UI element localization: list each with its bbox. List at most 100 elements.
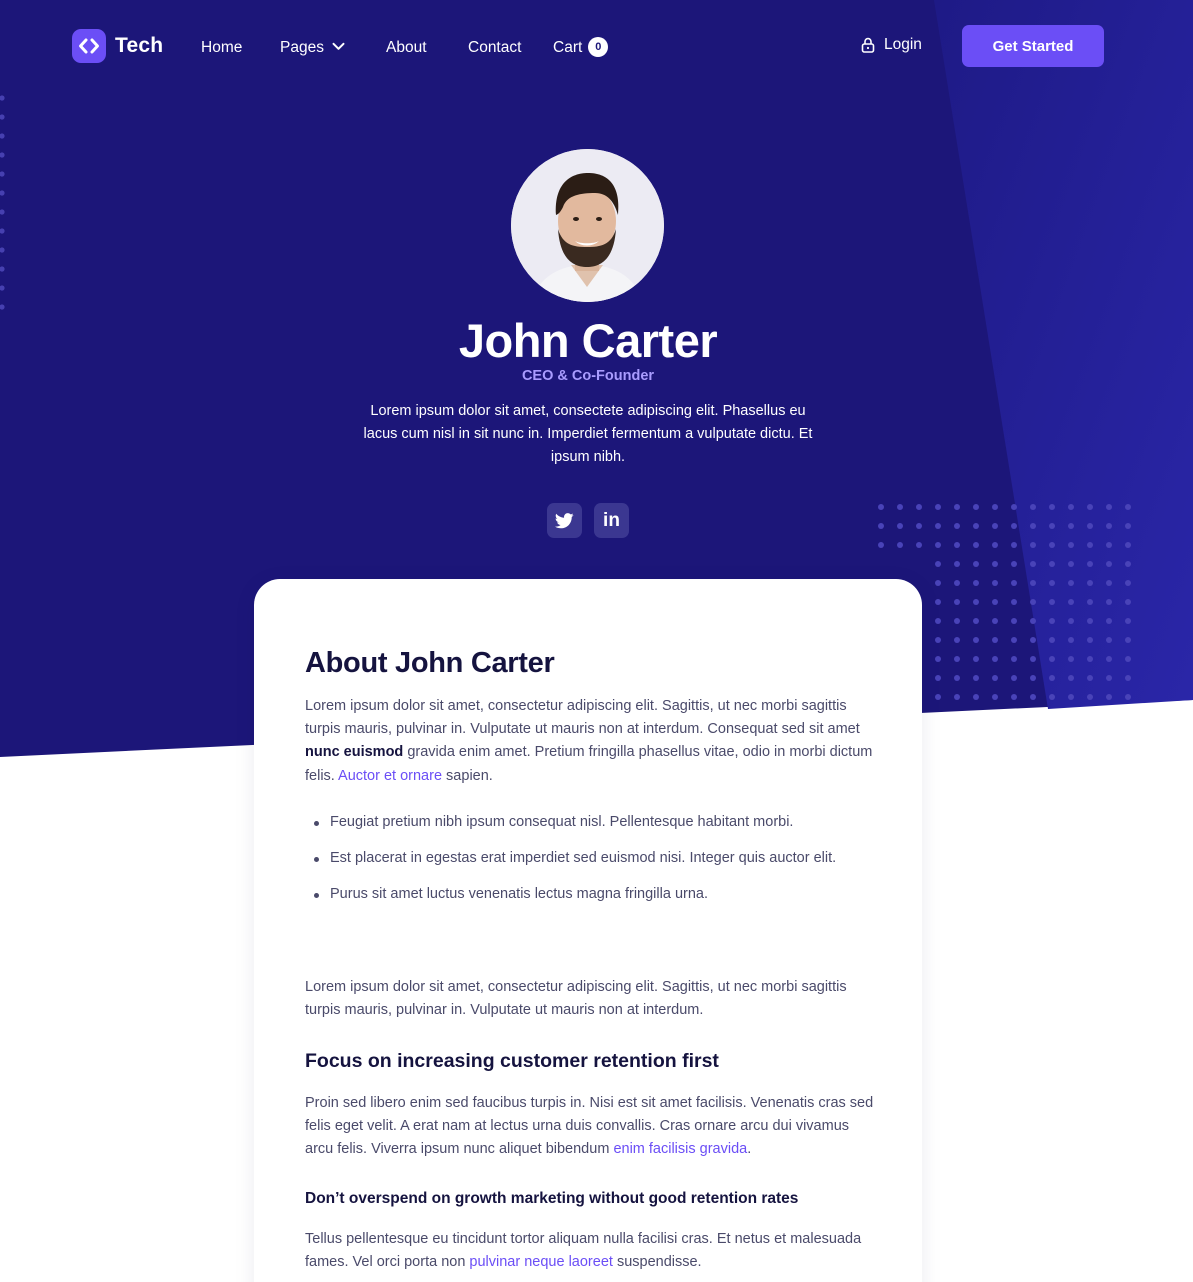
decor-dot — [954, 637, 960, 643]
decor-dot — [935, 599, 941, 605]
decor-dot — [1030, 523, 1036, 529]
decor-dot — [1011, 523, 1017, 529]
lock-icon — [861, 37, 875, 53]
decor-dot — [1125, 618, 1131, 624]
nav-pages[interactable]: Pages — [280, 38, 345, 58]
top-navbar: Tech Home Pages About Contact Cart 0 Logi… — [0, 0, 1193, 96]
decor-dot — [1125, 542, 1131, 548]
decor-dot — [973, 656, 979, 662]
decor-dot — [916, 542, 922, 548]
intro-link[interactable]: Auctor et ornare — [338, 768, 442, 784]
decor-dot — [1125, 599, 1131, 605]
decor-dot — [1049, 599, 1055, 605]
decor-dot — [954, 561, 960, 567]
decor-dot — [954, 504, 960, 510]
decor-dot — [1068, 542, 1074, 548]
linkedin-button[interactable]: in — [594, 503, 629, 538]
decor-dot — [1087, 599, 1093, 605]
decor-dot — [1106, 656, 1112, 662]
nav-cart[interactable]: Cart 0 — [553, 36, 609, 58]
login-link[interactable]: Login — [861, 36, 922, 54]
decor-dot — [1125, 504, 1131, 510]
decor-dot — [1106, 523, 1112, 529]
cart-count-badge: 0 — [588, 36, 609, 57]
decor-dot — [935, 561, 941, 567]
decor-dot — [1125, 561, 1131, 567]
intro-text-1: Lorem ipsum dolor sit amet, consectetur … — [305, 698, 860, 738]
decor-dot — [1049, 637, 1055, 643]
decor-dot — [1011, 580, 1017, 586]
decor-dot — [1030, 542, 1036, 548]
decor-dot — [1068, 561, 1074, 567]
bullet-list: Feugiat pretium nibh ipsum consequat nis… — [305, 811, 875, 920]
decor-dot — [1068, 523, 1074, 529]
decor-dot — [1049, 561, 1055, 567]
decor-dot — [1049, 675, 1055, 681]
decor-dot — [973, 599, 979, 605]
para4-link[interactable]: pulvinar neque laoreet — [469, 1254, 613, 1270]
decor-dot — [1087, 504, 1093, 510]
decor-dot — [1125, 637, 1131, 643]
decor-dot — [1030, 561, 1036, 567]
decor-dot — [916, 523, 922, 529]
twitter-button[interactable] — [547, 503, 582, 538]
nav-about[interactable]: About — [386, 38, 427, 58]
decor-dot — [1106, 561, 1112, 567]
decor-dot — [954, 580, 960, 586]
para4-text-2: suspendisse. — [612, 1254, 702, 1271]
decor-dot — [916, 504, 922, 510]
decor-dot — [1125, 580, 1131, 586]
decor-dot — [897, 504, 903, 510]
get-started-button[interactable]: Get Started — [962, 25, 1104, 67]
decor-dot — [897, 523, 903, 529]
list-item: Feugiat pretium nibh ipsum consequat nis… — [305, 811, 875, 834]
decor-dot — [992, 504, 998, 510]
profile-photo — [511, 149, 664, 302]
decor-dot — [935, 542, 941, 548]
about-paragraph-3: Proin sed libero enim sed faucibus turpi… — [305, 1092, 875, 1162]
decor-dot — [1106, 504, 1112, 510]
decor-dot — [992, 580, 998, 586]
profile-name: John Carter — [458, 314, 718, 367]
decor-dot — [935, 656, 941, 662]
decor-dot — [1068, 694, 1074, 700]
decor-dot — [1030, 618, 1036, 624]
para3-text-1: Proin sed libero enim sed faucibus turpi… — [305, 1095, 874, 1158]
nav-home[interactable]: Home — [201, 38, 242, 58]
decor-dot — [1011, 542, 1017, 548]
decor-dot — [1049, 523, 1055, 529]
nav-cart-label: Cart — [553, 39, 583, 56]
decor-dot — [1011, 561, 1017, 567]
decor-dot — [1068, 580, 1074, 586]
decor-dot — [878, 523, 884, 529]
decor-dot — [954, 599, 960, 605]
decor-dot — [1068, 599, 1074, 605]
decor-dot — [973, 523, 979, 529]
logo-link[interactable]: Tech — [72, 29, 163, 63]
decor-dot — [1030, 656, 1036, 662]
subsection-heading: Don’t overspend on growth marketing with… — [305, 1190, 799, 1207]
nav-contact[interactable]: Contact — [468, 38, 521, 58]
decor-dot — [935, 504, 941, 510]
login-label: Login — [884, 36, 922, 53]
nav-pages-label: Pages — [280, 39, 324, 56]
decor-dot — [1011, 504, 1017, 510]
decor-dot — [1087, 542, 1093, 548]
decor-dot — [973, 542, 979, 548]
decor-dot — [973, 504, 979, 510]
decor-dot — [1030, 580, 1036, 586]
section-heading: Focus on increasing customer retention f… — [305, 1050, 719, 1072]
code-brackets-icon — [72, 29, 106, 63]
decor-dot — [1106, 599, 1112, 605]
decor-dot — [973, 580, 979, 586]
para3-link[interactable]: enim facilisis gravida — [613, 1141, 747, 1157]
decor-dot — [1011, 618, 1017, 624]
about-paragraph-4: Tellus pellentesque eu tincidunt tortor … — [305, 1228, 875, 1274]
decor-dot — [1087, 656, 1093, 662]
decor-dot — [1087, 580, 1093, 586]
decor-dot — [897, 542, 903, 548]
decor-dot — [1087, 618, 1093, 624]
decor-dot — [992, 523, 998, 529]
about-title: About John Carter — [305, 647, 555, 679]
decor-dot — [954, 523, 960, 529]
